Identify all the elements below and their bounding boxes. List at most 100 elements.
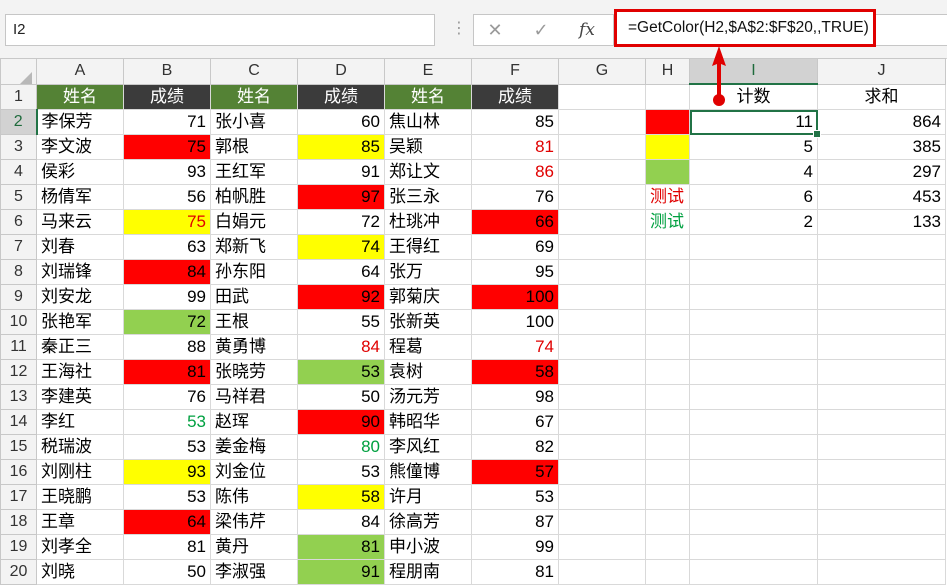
cell-d1[interactable]: 成绩 [297,83,385,110]
cell-h1[interactable] [645,83,690,110]
cell-i12[interactable] [689,359,818,385]
cell-g17[interactable] [558,484,646,510]
cell-c17[interactable]: 陈伟 [210,484,298,510]
cell-j1[interactable]: 求和 [817,83,946,110]
row-header[interactable]: 9 [0,284,37,310]
cell-i9[interactable] [689,284,818,310]
cell-b3[interactable]: 75 [123,134,211,160]
cell-g16[interactable] [558,459,646,485]
cell-f14[interactable]: 67 [471,409,559,435]
cell-b17[interactable]: 53 [123,484,211,510]
cell-g19[interactable] [558,534,646,560]
cell-h18[interactable] [645,509,690,535]
cell-f19[interactable]: 99 [471,534,559,560]
name-box[interactable]: I2 [5,14,435,46]
cell-i3[interactable]: 5 [689,134,818,160]
cell-i19[interactable] [689,534,818,560]
cell-b12[interactable]: 81 [123,359,211,385]
cell-d2[interactable]: 60 [297,109,385,135]
cell-f6[interactable]: 66 [471,209,559,235]
row-header[interactable]: 6 [0,209,37,235]
cell-e1[interactable]: 姓名 [384,83,472,110]
cell-h5[interactable]: 测试 [645,184,690,210]
cell-e15[interactable]: 李风红 [384,434,472,460]
row-header[interactable]: 3 [0,134,37,160]
cell-d14[interactable]: 90 [297,409,385,435]
column-header-j[interactable]: J [817,58,946,85]
cell-g4[interactable] [558,159,646,185]
cell-c6[interactable]: 白娟元 [210,209,298,235]
cell-g10[interactable] [558,309,646,335]
cell-a15[interactable]: 税瑞波 [36,434,124,460]
cell-h16[interactable] [645,459,690,485]
cell-f16[interactable]: 57 [471,459,559,485]
cell-c12[interactable]: 张晓劳 [210,359,298,385]
cell-d12[interactable]: 53 [297,359,385,385]
cell-b16[interactable]: 93 [123,459,211,485]
cell-e19[interactable]: 申小波 [384,534,472,560]
cell-i6[interactable]: 2 [689,209,818,235]
cell-g15[interactable] [558,434,646,460]
cell-h12[interactable] [645,359,690,385]
cell-g5[interactable] [558,184,646,210]
cell-e7[interactable]: 王得红 [384,234,472,260]
cell-h14[interactable] [645,409,690,435]
cell-d7[interactable]: 74 [297,234,385,260]
cell-d8[interactable]: 64 [297,259,385,285]
cell-j16[interactable] [817,459,946,485]
cell-d4[interactable]: 91 [297,159,385,185]
column-header-e[interactable]: E [384,58,472,85]
cell-g3[interactable] [558,134,646,160]
cell-g8[interactable] [558,259,646,285]
cell-c16[interactable]: 刘金位 [210,459,298,485]
cell-h3[interactable] [645,134,690,160]
cell-i18[interactable] [689,509,818,535]
column-header-b[interactable]: B [123,58,211,85]
cell-j9[interactable] [817,284,946,310]
cell-j15[interactable] [817,434,946,460]
cell-j10[interactable] [817,309,946,335]
cell-a14[interactable]: 李红 [36,409,124,435]
column-header-i[interactable]: I [689,58,818,85]
cell-e4[interactable]: 郑让文 [384,159,472,185]
row-header[interactable]: 8 [0,259,37,285]
cell-h15[interactable] [645,434,690,460]
cell-e14[interactable]: 韩昭华 [384,409,472,435]
cell-b15[interactable]: 53 [123,434,211,460]
cell-b14[interactable]: 53 [123,409,211,435]
cell-i13[interactable] [689,384,818,410]
cell-h13[interactable] [645,384,690,410]
cell-f2[interactable]: 85 [471,109,559,135]
cell-f7[interactable]: 69 [471,234,559,260]
cell-h17[interactable] [645,484,690,510]
cell-h2[interactable] [645,109,690,135]
cell-c2[interactable]: 张小喜 [210,109,298,135]
cell-e2[interactable]: 焦山林 [384,109,472,135]
cell-a19[interactable]: 刘孝全 [36,534,124,560]
cell-d15[interactable]: 80 [297,434,385,460]
cell-i10[interactable] [689,309,818,335]
cell-e12[interactable]: 袁树 [384,359,472,385]
cell-j4[interactable]: 297 [817,159,946,185]
cell-b5[interactable]: 56 [123,184,211,210]
cell-d17[interactable]: 58 [297,484,385,510]
cell-j5[interactable]: 453 [817,184,946,210]
row-header[interactable]: 16 [0,459,37,485]
cell-a18[interactable]: 王章 [36,509,124,535]
formula-input[interactable]: =GetColor(H2,$A$2:$F$20,,TRUE) [614,9,876,47]
cell-e5[interactable]: 张三永 [384,184,472,210]
cell-f9[interactable]: 100 [471,284,559,310]
cell-g12[interactable] [558,359,646,385]
cell-b8[interactable]: 84 [123,259,211,285]
cell-j3[interactable]: 385 [817,134,946,160]
cell-a3[interactable]: 李文波 [36,134,124,160]
row-header[interactable]: 2 [0,109,38,135]
cell-b13[interactable]: 76 [123,384,211,410]
cell-h10[interactable] [645,309,690,335]
fill-handle[interactable] [813,130,821,138]
cell-g18[interactable] [558,509,646,535]
cell-j6[interactable]: 133 [817,209,946,235]
cell-g13[interactable] [558,384,646,410]
cell-b11[interactable]: 88 [123,334,211,360]
cell-i7[interactable] [689,234,818,260]
